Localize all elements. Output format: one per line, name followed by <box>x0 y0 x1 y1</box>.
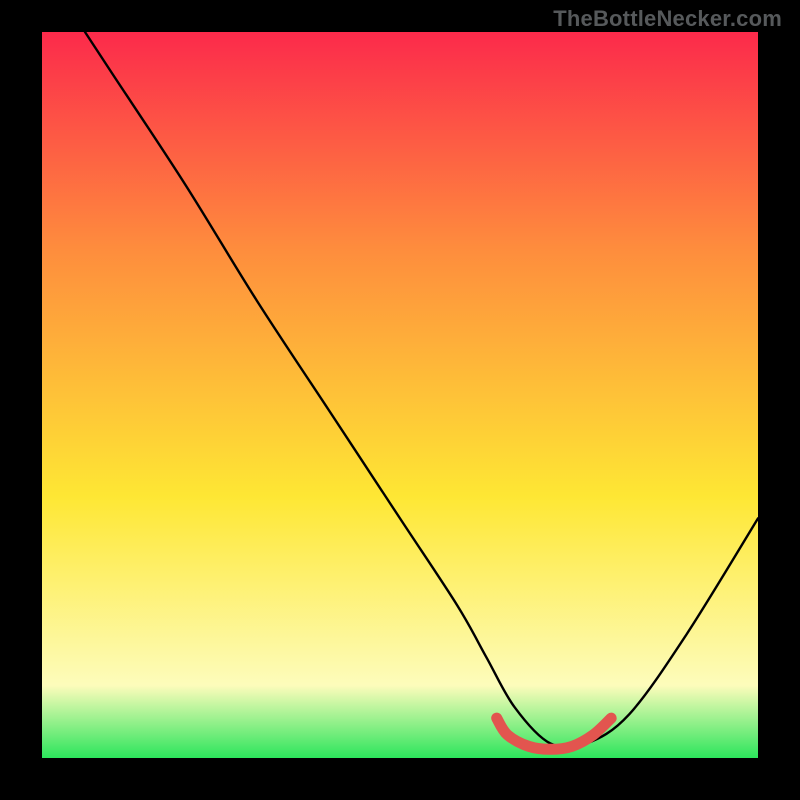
watermark-text: TheBottleNecker.com <box>553 6 782 32</box>
plot-background <box>42 32 758 758</box>
chart-container: TheBottleNecker.com <box>0 0 800 800</box>
bottleneck-chart <box>0 0 800 800</box>
